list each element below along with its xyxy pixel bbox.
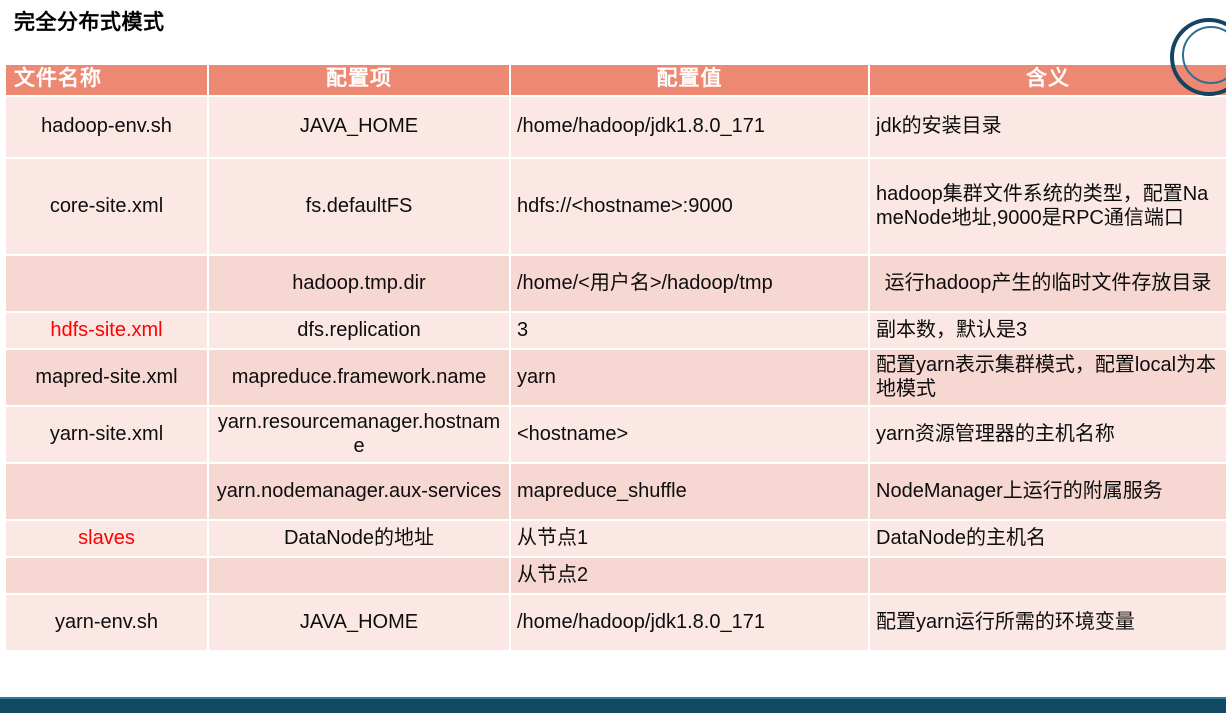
- table-row: hdfs-site.xml dfs.replication 3 副本数，默认是3: [6, 313, 1226, 349]
- cell-filename: slaves: [6, 521, 207, 557]
- cell-filename: mapred-site.xml: [6, 350, 207, 406]
- cell-config-item: [209, 558, 509, 594]
- column-header-config-value: 配置值: [511, 65, 868, 96]
- cell-meaning: yarn资源管理器的主机名称: [870, 407, 1226, 463]
- cell-config-value: /home/hadoop/jdk1.8.0_171: [511, 595, 868, 651]
- table-body: hadoop-env.sh JAVA_HOME/home/hadoop/jdk1.…: [6, 97, 1226, 651]
- cell-filename: yarn-site.xml: [6, 407, 207, 463]
- cell-config-value: /home/hadoop/jdk1.8.0_171: [511, 97, 868, 158]
- page-title: 完全分布式模式: [14, 11, 165, 34]
- table-row: 从节点2: [6, 558, 1226, 594]
- table-header: 文件名称 配置项 配置值 含义: [6, 65, 1226, 96]
- cell-config-value: 从节点1: [511, 521, 868, 557]
- cell-filename: [6, 558, 207, 594]
- cell-meaning: jdk的安装目录: [870, 97, 1226, 158]
- cell-config-value: /home/<用户名>/hadoop/tmp: [511, 256, 868, 312]
- cell-config-item: dfs.replication: [209, 313, 509, 349]
- hadoop-config-table: 文件名称 配置项 配置值 含义 hadoop-env.sh JAVA_HOME/h…: [4, 63, 1226, 652]
- cell-meaning: 副本数，默认是3: [870, 313, 1226, 349]
- table-row: hadoop-env.sh JAVA_HOME/home/hadoop/jdk1.…: [6, 97, 1226, 158]
- table-row: yarn-site.xml yarn.resourcemanager.hostna…: [6, 407, 1226, 463]
- cell-config-value: yarn: [511, 350, 868, 406]
- cell-meaning: NodeManager上运行的附属服务: [870, 464, 1226, 520]
- table-row: core-site.xml fs.defaultFS hdfs://<hostnam…: [6, 159, 1226, 255]
- table-row: hadoop.tmp.dir/home/<用户名>/hadoop/tmp 运行ha…: [6, 256, 1226, 312]
- cell-config-item: yarn.nodemanager.aux-services: [209, 464, 509, 520]
- cell-config-value: hdfs://<hostname>:9000: [511, 159, 868, 255]
- cell-config-item: yarn.resourcemanager.hostname: [209, 407, 509, 463]
- cell-meaning: [870, 558, 1226, 594]
- cell-config-item: JAVA_HOME: [209, 97, 509, 158]
- cell-config-value: <hostname>: [511, 407, 868, 463]
- cell-config-value: mapreduce_shuffle: [511, 464, 868, 520]
- cell-config-item: hadoop.tmp.dir: [209, 256, 509, 312]
- cell-filename: [6, 256, 207, 312]
- cell-meaning: 配置yarn表示集群模式，配置local为本地模式: [870, 350, 1226, 406]
- cell-filename: core-site.xml: [6, 159, 207, 255]
- table-row: yarn.nodemanager.aux-services mapreduce_s…: [6, 464, 1226, 520]
- table-row: mapred-site.xml mapreduce.framework.name y…: [6, 350, 1226, 406]
- cell-config-item: JAVA_HOME: [209, 595, 509, 651]
- cell-filename: [6, 464, 207, 520]
- cell-config-value: 3: [511, 313, 868, 349]
- table-row: slaves DataNode的地址 从节点1 DataNode的主机名: [6, 521, 1226, 557]
- column-header-filename: 文件名称: [6, 65, 207, 96]
- cell-meaning: DataNode的主机名: [870, 521, 1226, 557]
- cell-config-value: 从节点2: [511, 558, 868, 594]
- cell-config-item: DataNode的地址: [209, 521, 509, 557]
- cell-filename: hdfs-site.xml: [6, 313, 207, 349]
- cell-meaning: hadoop集群文件系统的类型，配置NameNode地址,9000是RPC通信端…: [870, 159, 1226, 255]
- table-header-row: 文件名称 配置项 配置值 含义: [6, 65, 1226, 96]
- bottom-bar: [0, 699, 1226, 713]
- cell-config-item: mapreduce.framework.name: [209, 350, 509, 406]
- table-row: yarn-env.sh JAVA_HOME/home/hadoop/jdk1.8.…: [6, 595, 1226, 651]
- cell-filename: yarn-env.sh: [6, 595, 207, 651]
- cell-config-item: fs.defaultFS: [209, 159, 509, 255]
- cell-meaning: 运行hadoop产生的临时文件存放目录: [870, 256, 1226, 312]
- column-header-config-item: 配置项: [209, 65, 509, 96]
- cell-meaning: 配置yarn运行所需的环境变量: [870, 595, 1226, 651]
- cell-filename: hadoop-env.sh: [6, 97, 207, 158]
